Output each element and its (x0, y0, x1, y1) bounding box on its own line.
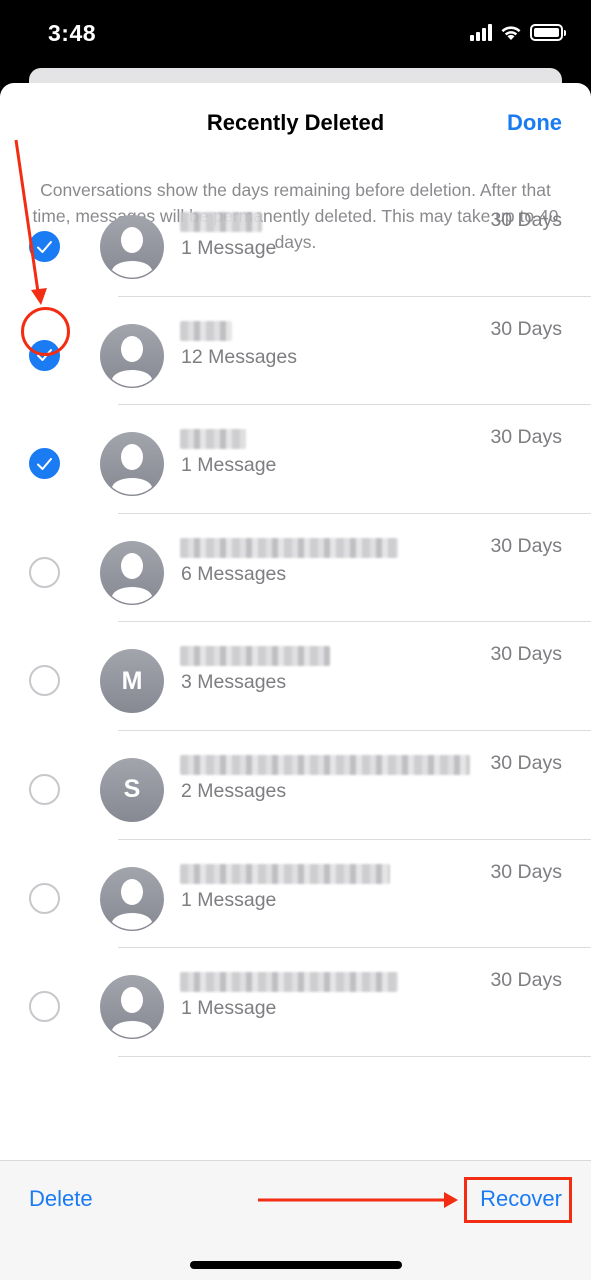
message-count: 1 Message (181, 888, 277, 911)
select-checkbox[interactable] (29, 882, 60, 914)
message-count: 6 Messages (181, 562, 287, 585)
conversation-row[interactable]: S 2 Messages 30 Days (0, 731, 591, 840)
days-remaining: 30 Days (490, 209, 562, 231)
conversation-row[interactable]: 1 Message 30 Days (0, 840, 591, 949)
conversation-row[interactable]: 6 Messages 30 Days (0, 514, 591, 623)
days-remaining: 30 Days (490, 969, 562, 992)
days-remaining: 30 Days (490, 860, 562, 883)
message-count: 1 Message (181, 997, 277, 1020)
select-checkbox[interactable] (29, 665, 60, 697)
avatar (100, 540, 164, 605)
days-remaining: 30 Days (490, 643, 562, 666)
avatar (100, 866, 164, 931)
contact-name-redacted (180, 646, 330, 667)
wifi-icon (501, 26, 521, 40)
contact-name-redacted (180, 429, 246, 450)
conversation-row[interactable]: 1 Message 30 Days (0, 188, 591, 297)
cellular-signal-icon (470, 24, 492, 41)
message-count: 3 Messages (181, 671, 287, 694)
days-remaining: 30 Days (490, 534, 562, 557)
avatar (100, 323, 164, 388)
person-icon (112, 987, 152, 1038)
conversation-list: 1 Message 30 Days 12 Messages 30 Days 1 … (0, 188, 591, 1057)
select-checkbox[interactable] (29, 556, 60, 588)
contact-name-redacted (180, 320, 232, 341)
contact-name-redacted (180, 972, 398, 993)
person-icon (112, 552, 152, 604)
conversation-row[interactable]: 12 Messages 30 Days (0, 297, 591, 406)
status-icons (470, 24, 566, 41)
avatar: M (100, 649, 164, 714)
conversation-row[interactable]: M 3 Messages 30 Days (0, 622, 591, 731)
annotation-box (464, 1177, 572, 1223)
avatar-initial: M (121, 666, 143, 695)
status-time: 3:48 (48, 20, 97, 46)
days-remaining: 30 Days (490, 317, 562, 340)
avatar: S (100, 757, 164, 822)
checkmark-icon (37, 457, 52, 470)
select-checkbox[interactable] (29, 991, 60, 1023)
select-checkbox[interactable] (29, 448, 60, 480)
person-icon (112, 227, 152, 278)
person-icon (112, 444, 152, 495)
conversation-row[interactable]: 1 Message 30 Days (0, 948, 591, 1057)
avatar (100, 215, 164, 279)
row-divider (118, 1055, 591, 1057)
contact-name-redacted (180, 212, 262, 232)
person-icon (112, 878, 152, 930)
person-icon (112, 335, 152, 387)
status-bar: 3:48 (0, 0, 591, 70)
avatar-initial: S (123, 775, 141, 804)
message-count: 1 Message (181, 237, 277, 259)
message-count: 1 Message (181, 454, 277, 477)
annotation-circle (21, 307, 70, 356)
select-checkbox[interactable] (29, 231, 60, 262)
select-checkbox[interactable] (29, 773, 60, 805)
home-indicator (190, 1261, 402, 1269)
avatar (100, 432, 164, 497)
message-count: 12 Messages (181, 345, 297, 368)
contact-name-redacted (180, 863, 390, 884)
contact-name-redacted (180, 537, 398, 558)
days-remaining: 30 Days (490, 751, 562, 774)
checkmark-icon (37, 240, 52, 253)
conversation-row[interactable]: 1 Message 30 Days (0, 405, 591, 514)
nav-bar: Recently Deleted Done (0, 83, 591, 163)
page-title: Recently Deleted (206, 110, 385, 135)
contact-name-redacted (180, 754, 470, 775)
battery-icon (530, 24, 566, 41)
done-button[interactable]: Done (507, 110, 562, 136)
delete-button[interactable]: Delete (29, 1186, 93, 1212)
message-count: 2 Messages (181, 779, 287, 802)
days-remaining: 30 Days (490, 426, 562, 449)
avatar (100, 975, 164, 1040)
